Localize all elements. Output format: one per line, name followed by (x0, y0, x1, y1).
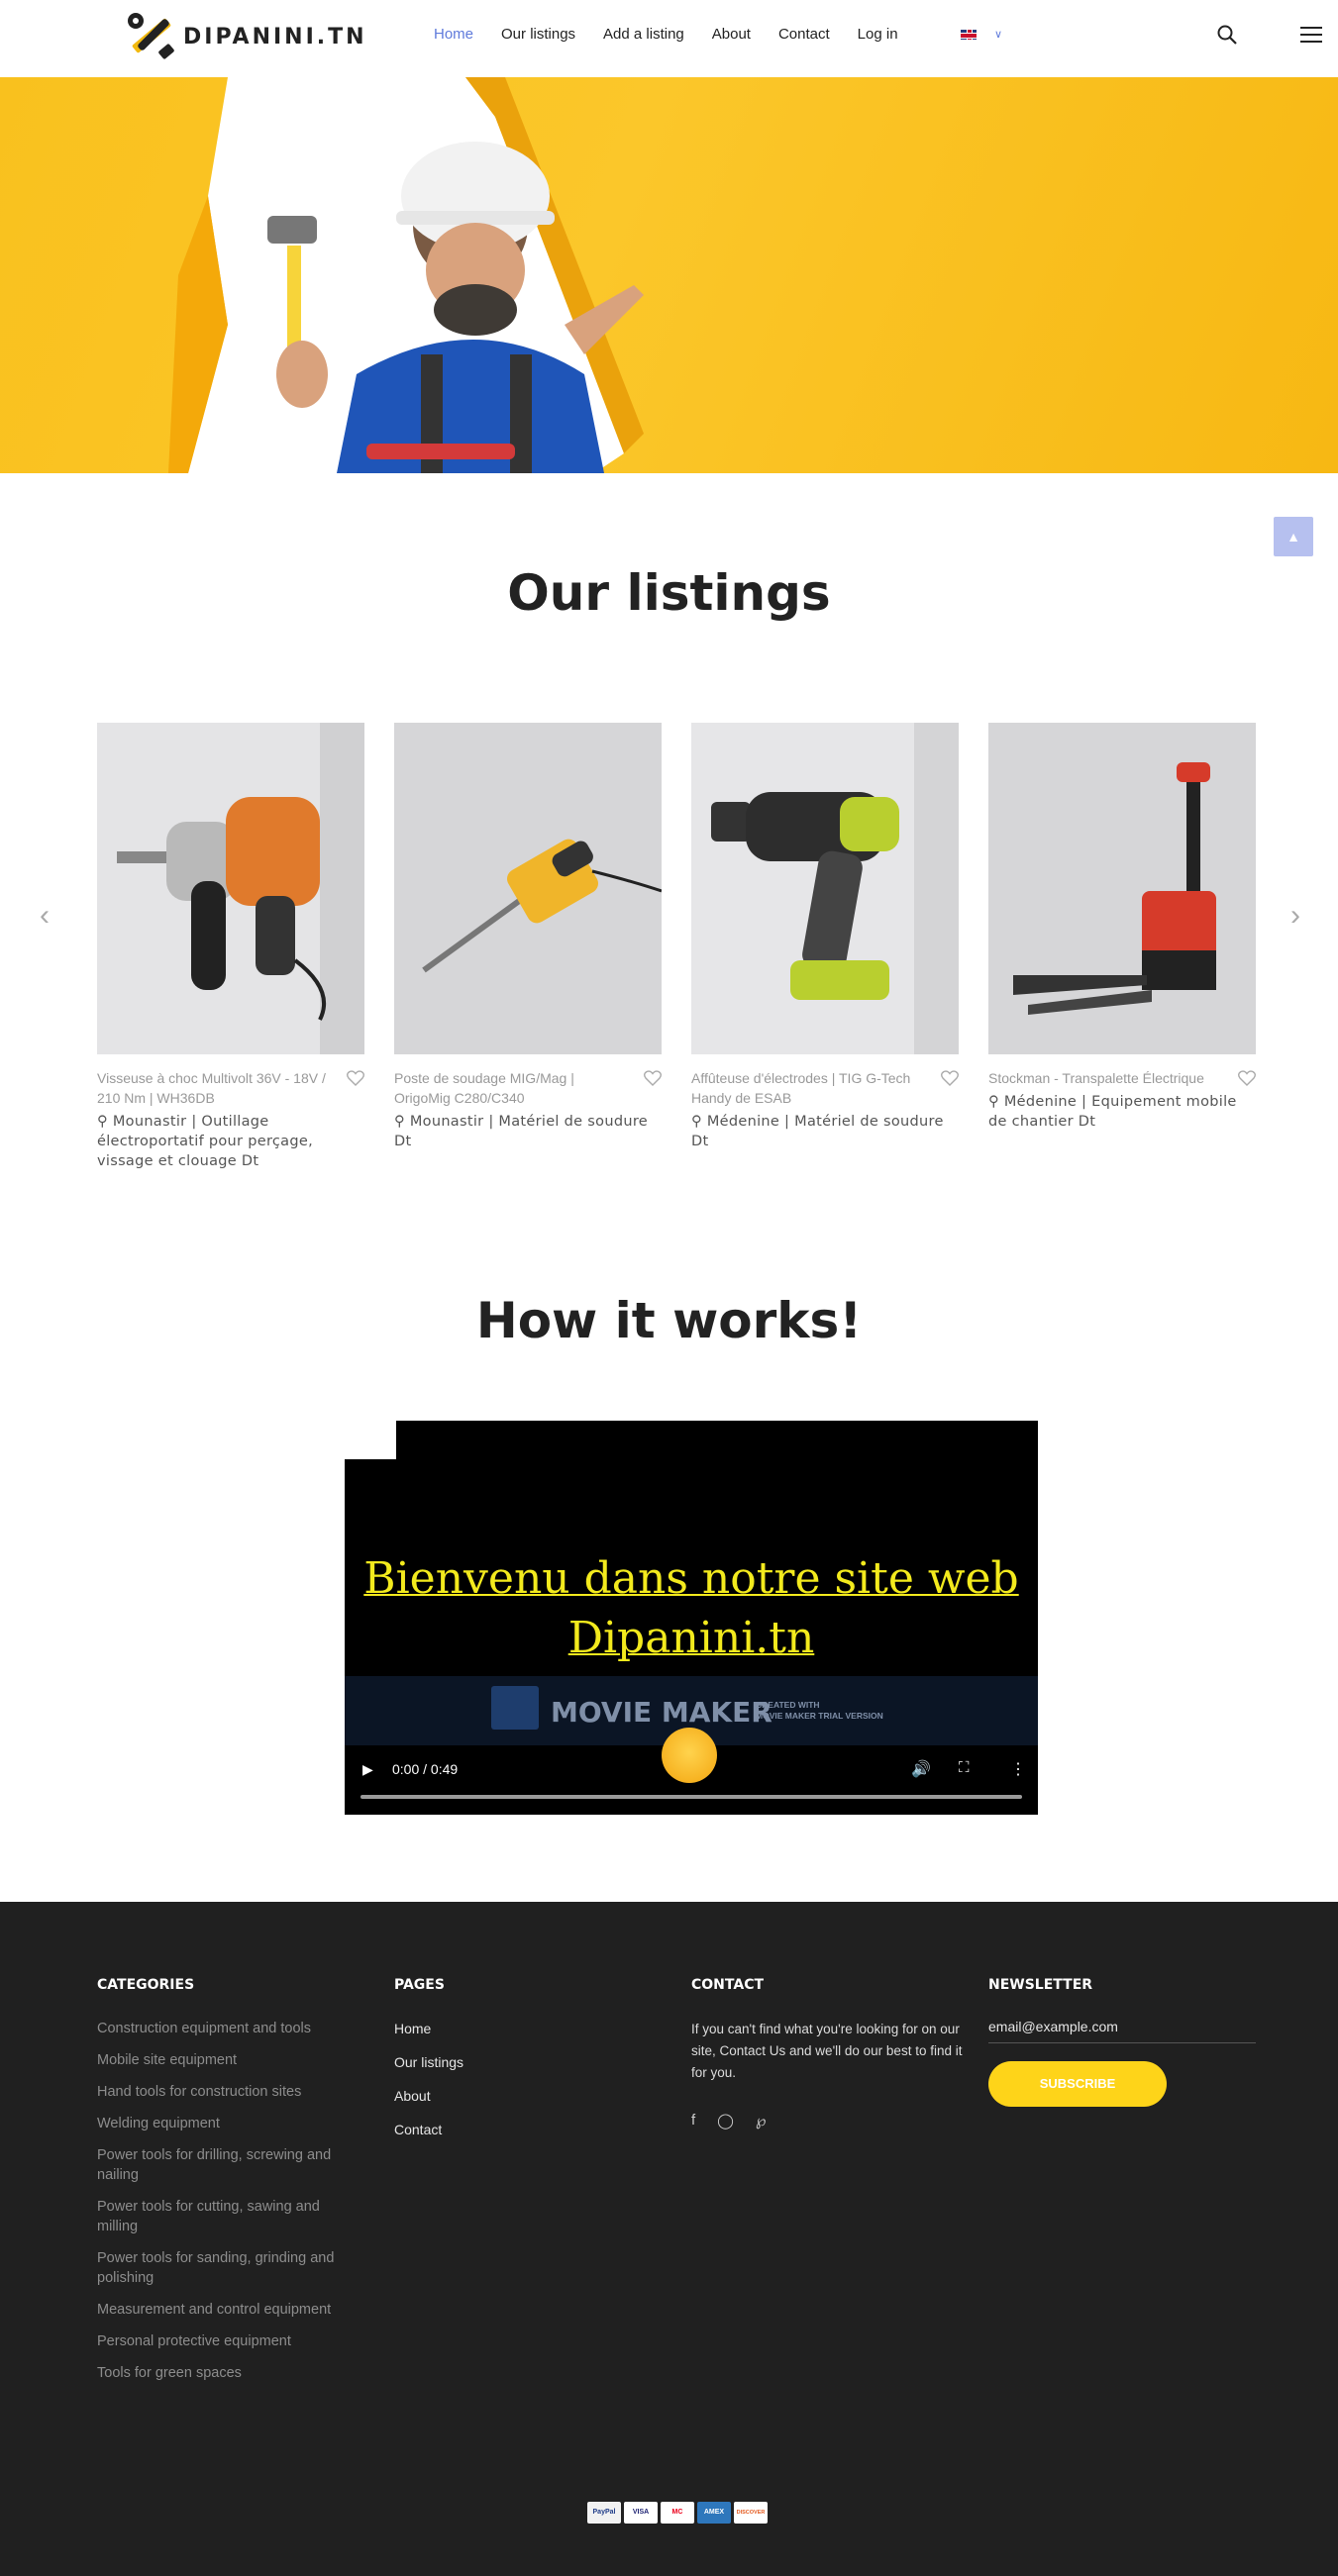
footer-page-link[interactable]: Our listings (394, 2052, 463, 2072)
back-to-top-button[interactable]: ▲ (1274, 517, 1313, 556)
footer-category-link[interactable]: Welding equipment (97, 2114, 355, 2133)
listing-title[interactable]: Affûteuse d'électrodes | TIG G-Tech Hand… (691, 1068, 929, 1108)
listing-image[interactable] (97, 723, 364, 1054)
footer-newsletter-title: NEWSLETTER (988, 1977, 1093, 1993)
fullscreen-icon[interactable]: ⛶ (959, 1759, 970, 1776)
listing-location: ⚲ Mounastir | Outillage électroportatif … (97, 1114, 313, 1169)
listing-title[interactable]: Stockman - Transpalette Électrique (988, 1068, 1226, 1088)
heart-icon[interactable] (941, 1070, 959, 1086)
discover-icon: DISCOVER (734, 2502, 768, 2524)
footer-page-link[interactable]: About (394, 2086, 463, 2106)
site-footer: CATEGORIES Construction equipment and to… (0, 1902, 1338, 2576)
chevron-down-icon: ∨ (994, 29, 1003, 41)
volume-icon[interactable]: 🔊 (911, 1759, 931, 1779)
uk-flag-icon (961, 29, 977, 40)
movie-maker-logo-icon (491, 1686, 539, 1730)
social-links: f ◯ ℘ (691, 2112, 964, 2130)
footer-category-link[interactable]: Power tools for drilling, screwing and n… (97, 2145, 355, 2185)
listing-card[interactable]: Poste de soudage MIG/Mag | OrigoMig C280… (394, 723, 662, 1151)
footer-categories-title: CATEGORIES (97, 1977, 195, 1993)
play-icon[interactable]: ▶ (362, 1761, 373, 1778)
nav-home[interactable]: Home (434, 25, 473, 45)
map-marker-icon: ⚲ (97, 1114, 113, 1130)
nav-about[interactable]: About (712, 25, 751, 45)
footer-contact-title: CONTACT (691, 1977, 765, 1993)
listing-card[interactable]: Affûteuse d'électrodes | TIG G-Tech Hand… (691, 723, 959, 1151)
instagram-icon[interactable]: ◯ (717, 2112, 734, 2130)
nav-our-listings[interactable]: Our listings (501, 25, 575, 45)
listing-image[interactable] (988, 723, 1256, 1054)
map-marker-icon: ⚲ (691, 1114, 707, 1130)
facebook-icon[interactable]: f (691, 2112, 695, 2130)
footer-category-link[interactable]: Construction equipment and tools (97, 2019, 355, 2038)
map-marker-icon: ⚲ (394, 1114, 410, 1130)
main-nav: Home Our listings Add a listing About Co… (434, 25, 926, 45)
heart-icon[interactable] (1238, 1070, 1256, 1086)
listing-location: ⚲ Médenine | Equipement mobile de chanti… (988, 1094, 1237, 1130)
footer-category-link[interactable]: Power tools for cutting, sawing and mill… (97, 2197, 355, 2236)
listing-title[interactable]: Visseuse à choc Multivolt 36V - 18V / 21… (97, 1068, 335, 1108)
site-logo[interactable]: DIPANINI.TN (124, 10, 367, 63)
footer-category-link[interactable]: Hand tools for construction sites (97, 2082, 355, 2102)
video-time: 0:00 / 0:49 (392, 1761, 459, 1777)
footer-contact: CONTACT If you can't find what you're lo… (691, 1977, 964, 2130)
subscribe-button[interactable]: SUBSCRIBE (988, 2061, 1167, 2107)
site-header: DIPANINI.TN Home Our listings Add a list… (0, 0, 1338, 77)
hero-worker-illustration (168, 77, 644, 473)
carousel-next-icon[interactable]: › (1290, 899, 1300, 933)
listing-image[interactable] (691, 723, 959, 1054)
hero-banner (0, 77, 1338, 473)
footer-category-link[interactable]: Measurement and control equipment (97, 2300, 355, 2320)
newsletter-email-input[interactable]: email@example.com (988, 2019, 1256, 2043)
listing-card[interactable]: Visseuse à choc Multivolt 36V - 18V / 21… (97, 723, 364, 1171)
footer-category-link[interactable]: Mobile site equipment (97, 2050, 355, 2070)
footer-newsletter: NEWSLETTER email@example.com SUBSCRIBE (988, 1977, 1256, 2107)
search-icon[interactable] (1216, 24, 1238, 46)
how-it-works-title: How it works! (475, 1292, 863, 1349)
paypal-icon: PayPal (587, 2502, 621, 2524)
heart-icon[interactable] (644, 1070, 662, 1086)
footer-categories: CATEGORIES Construction equipment and to… (97, 1977, 355, 2395)
listing-title[interactable]: Poste de soudage MIG/Mag | OrigoMig C280… (394, 1068, 632, 1108)
mastercard-icon: MC (661, 2502, 694, 2524)
video-caption: Bienvenu dans notre site web Dipanini.tn (363, 1553, 1019, 1663)
language-selector[interactable]: ∨ (961, 28, 1002, 41)
more-options-icon[interactable]: ⋮ (1010, 1759, 1026, 1779)
footer-category-link[interactable]: Tools for green spaces (97, 2363, 355, 2383)
footer-pages-title: PAGES (394, 1977, 445, 1993)
listing-image[interactable] (394, 723, 662, 1054)
payment-methods: PayPal VISA MC AMEX DISCOVER (587, 2502, 771, 2524)
visa-icon: VISA (624, 2502, 658, 2524)
nav-contact[interactable]: Contact (778, 25, 830, 45)
footer-category-link[interactable]: Personal protective equipment (97, 2331, 355, 2351)
carousel-prev-icon[interactable]: ‹ (40, 899, 50, 933)
amex-icon: AMEX (697, 2502, 731, 2524)
nav-login[interactable]: Log in (858, 25, 898, 45)
listing-location: ⚲ Médenine | Matériel de soudure Dt (691, 1114, 944, 1149)
tools-logo-icon (124, 11, 179, 62)
footer-contact-text: If you can't find what you're looking fo… (691, 2022, 963, 2080)
footer-page-link[interactable]: Contact (394, 2120, 463, 2139)
nav-add-listing[interactable]: Add a listing (603, 25, 684, 45)
logo-text: DIPANINI.TN (183, 24, 367, 50)
video-controls: ▶ 0:00 / 0:49 🔊 ⛶ ⋮ (345, 1747, 1038, 1815)
map-marker-icon: ⚲ (988, 1094, 1004, 1110)
listing-location: ⚲ Mounastir | Matériel de soudure Dt (394, 1114, 648, 1149)
footer-page-link[interactable]: Home (394, 2019, 463, 2038)
footer-pages: PAGES Home Our listings About Contact (394, 1977, 463, 2153)
listing-card[interactable]: Stockman - Transpalette Électrique ⚲ Méd… (988, 723, 1256, 1132)
pinterest-icon[interactable]: ℘ (756, 2112, 766, 2130)
footer-category-link[interactable]: Power tools for sanding, grinding and po… (97, 2248, 355, 2288)
video-progress-bar[interactable] (360, 1795, 1022, 1799)
hamburger-menu-icon[interactable] (1300, 27, 1322, 45)
video-player[interactable]: Bienvenu dans notre site web Dipanini.tn… (345, 1421, 1038, 1815)
listings-title: Our listings (507, 564, 831, 622)
heart-icon[interactable] (347, 1070, 364, 1086)
